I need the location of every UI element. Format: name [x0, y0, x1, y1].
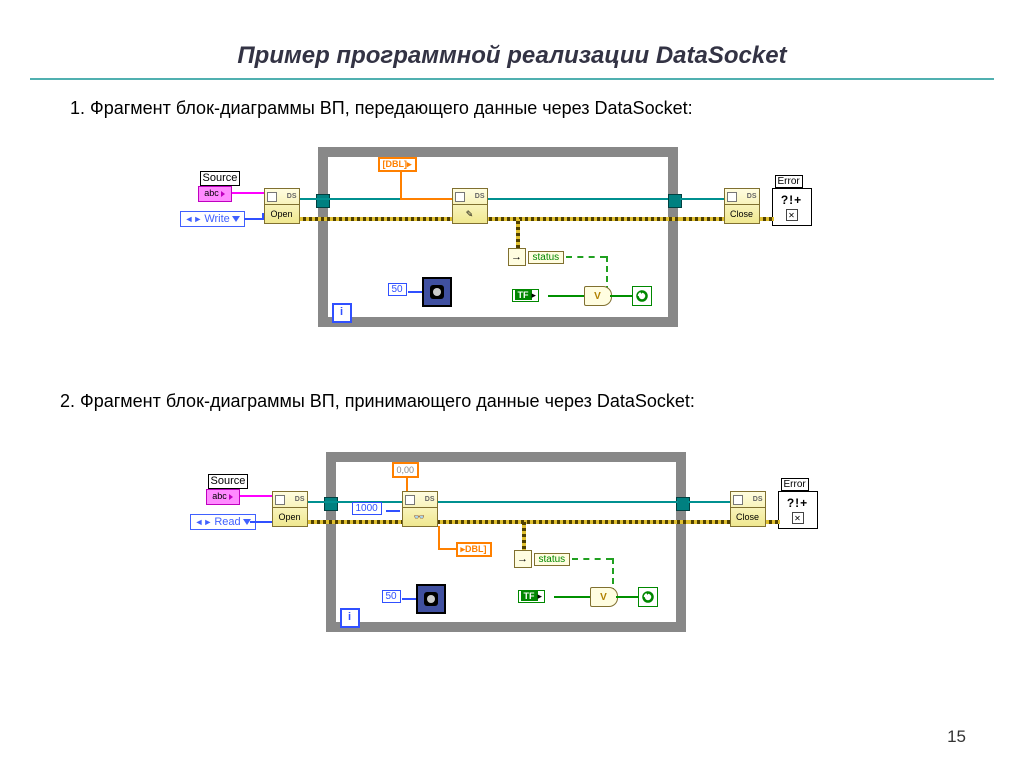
wire-mode-open-2: [250, 521, 272, 523]
read-selector: ◄►Read: [190, 514, 256, 530]
or-gate-2: V: [590, 587, 618, 607]
wait-ms: [422, 277, 452, 307]
write-selector: ◄►Write: [180, 211, 245, 227]
wire-source-open-2: [240, 495, 272, 497]
while-loop-2: [326, 452, 686, 632]
dbl-array-constant: [DBL]▸: [378, 157, 417, 172]
wire-data-out-h: [438, 548, 456, 550]
while-loop: [318, 147, 678, 327]
wire-mode-open: [244, 218, 264, 220]
wire-data-out-v: [438, 526, 440, 550]
wire-source-open: [232, 192, 264, 194]
source-label: Source: [200, 171, 241, 186]
source-label-2: Source: [208, 474, 249, 489]
wire-status: [566, 256, 606, 258]
wire-error-final: [760, 217, 774, 221]
wire-refnum-close: [680, 198, 728, 200]
tunnel-in-top: [316, 194, 330, 208]
or-gate: V: [584, 286, 612, 306]
wire-error-branch-2: [522, 522, 526, 552]
wire-error-close-2: [688, 520, 734, 524]
dbl-array-indicator: ▸DBL]: [456, 542, 492, 557]
tunnel-in-top-2: [324, 497, 338, 511]
wire-tf-2: [554, 596, 590, 598]
diagram-writer: Source abc ◄►Write DS Open [DBL]▸ DS ✎ →…: [190, 143, 835, 343]
wire-or-out-2: [616, 596, 638, 598]
wire-or-out: [610, 295, 632, 297]
stop-terminal-2: TF▸: [518, 590, 546, 603]
wire-tf: [548, 295, 584, 297]
wire-mode-open-v: [262, 213, 264, 219]
error-handler-2: Error ?!+ ✕: [778, 491, 818, 529]
wait-ms-2: [416, 584, 446, 614]
wire-timer: [408, 291, 422, 293]
wire-dbl-h: [400, 198, 452, 200]
const-50: 50: [388, 283, 407, 296]
status-unbundle: → status: [508, 248, 565, 266]
page-number: 15: [947, 727, 966, 747]
wire-error-branch: [516, 219, 520, 251]
wire-error-through-2: [308, 520, 690, 524]
error-handler: Error ?!+ ✕: [772, 188, 812, 226]
section2-text: 2. Фрагмент блок-диаграммы ВП, принимающ…: [60, 391, 1024, 412]
loop-conditional-2: [638, 587, 658, 607]
wire-timer-2: [402, 598, 416, 600]
wire-status-2: [572, 558, 612, 560]
abc-terminal: abc: [198, 186, 232, 202]
ds-open-node: DS Open: [264, 188, 300, 224]
wire-refnum-loop: [300, 198, 330, 200]
tunnel-out-top: [668, 194, 682, 208]
loop-conditional: [632, 286, 652, 306]
status-unbundle-2: → status: [514, 550, 571, 568]
const-1000: 1000: [352, 502, 382, 515]
section1-text: 1. Фрагмент блок-диаграммы ВП, передающе…: [70, 98, 1024, 119]
abc-terminal-2: abc: [206, 489, 240, 505]
ds-close-node-2: DS Close: [730, 491, 766, 527]
wire-error-final-2: [766, 520, 780, 524]
wire-1000: [386, 510, 400, 512]
iteration-terminal-2: i: [340, 608, 360, 628]
ds-open-node-2: DS Open: [272, 491, 308, 527]
wire-error-through: [300, 217, 680, 221]
wire-refnum-close-2: [688, 501, 734, 503]
wire-refnum-through: [330, 198, 668, 200]
ds-read-node: DS 👓: [402, 491, 438, 527]
iteration-terminal: i: [332, 303, 352, 323]
title-underline: [30, 78, 994, 80]
wire-error-close: [680, 217, 728, 221]
diagram-reader: Source abc ◄►Read DS Open 0,00 1000 DS 👓…: [190, 440, 835, 640]
ds-write-node: DS ✎: [452, 188, 488, 224]
ds-close-node: DS Close: [724, 188, 760, 224]
stop-terminal: TF▸: [512, 289, 540, 302]
wire-dbl-v: [400, 170, 402, 198]
const-50-2: 50: [382, 590, 401, 603]
page-title: Пример программной реализации DataSocket: [0, 0, 1024, 70]
tunnel-out-top-2: [676, 497, 690, 511]
